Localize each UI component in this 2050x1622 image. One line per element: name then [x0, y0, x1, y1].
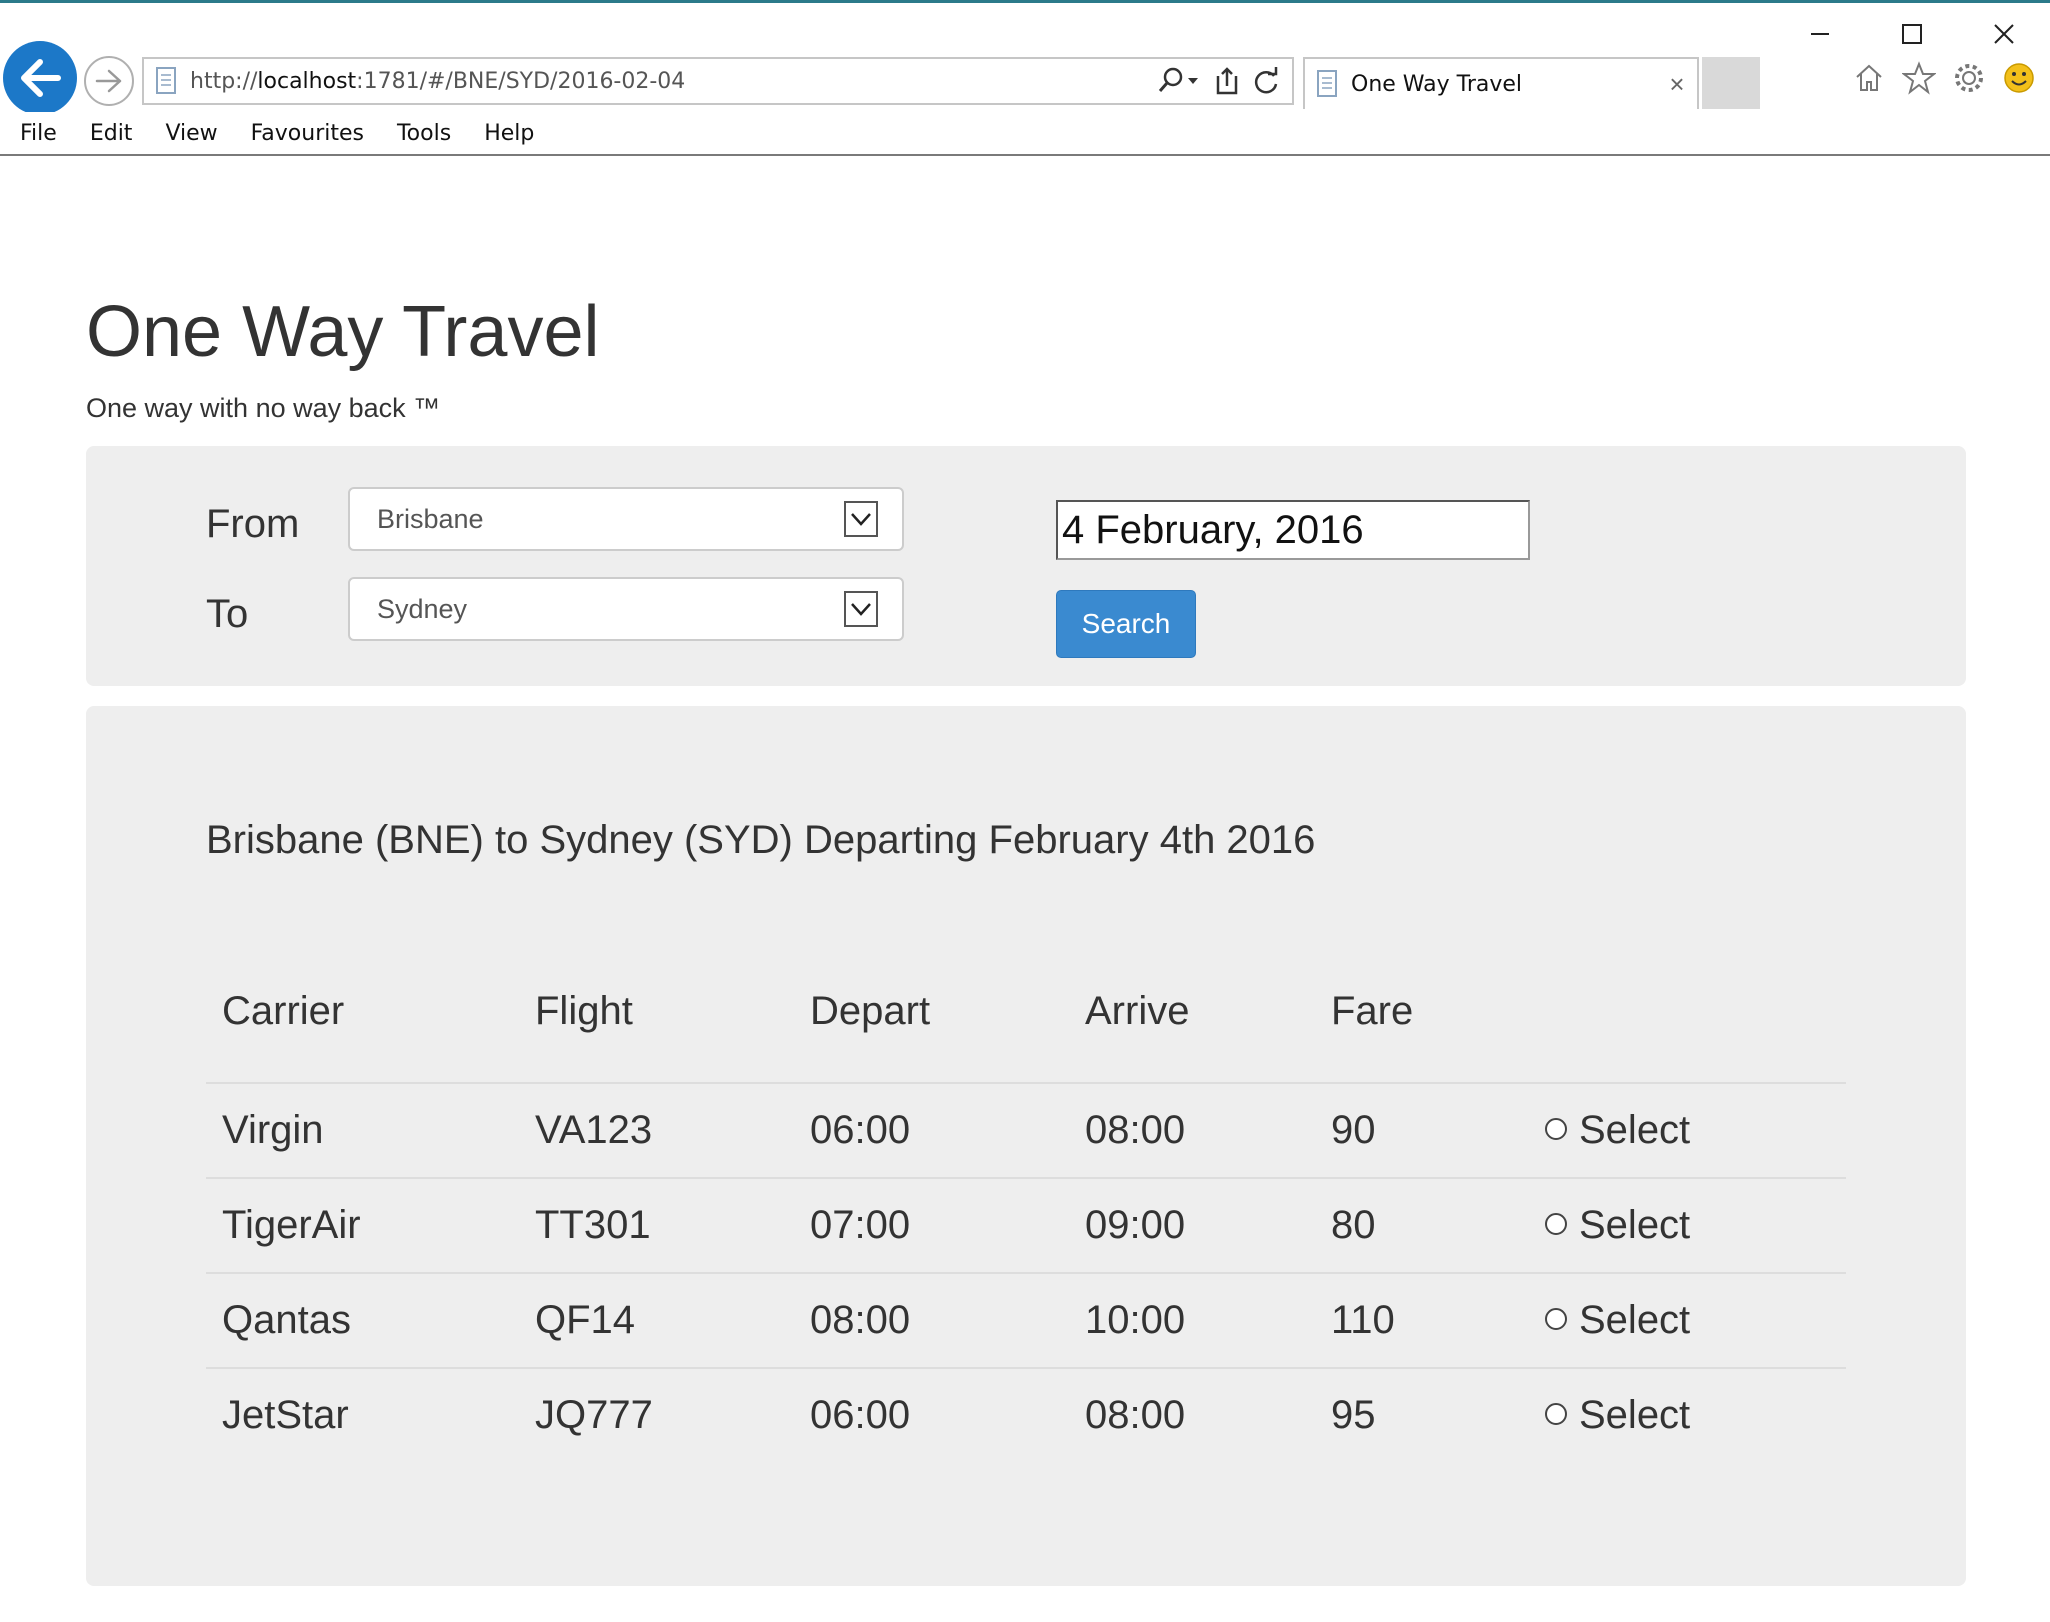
from-select[interactable]: Brisbane	[348, 487, 904, 551]
table-row: TigerAir TT301 07:00 09:00 80 Select	[206, 1177, 1846, 1273]
tab-close-icon[interactable]: ×	[1657, 69, 1697, 100]
address-tools	[1156, 66, 1280, 96]
select-radio[interactable]	[1545, 1403, 1567, 1426]
menu-favourites[interactable]: Favourites	[251, 121, 364, 146]
select-radio[interactable]	[1545, 1213, 1567, 1236]
table-row: Virgin VA123 06:00 08:00 90 Select	[206, 1082, 1846, 1178]
cell-carrier: JetStar	[206, 1367, 519, 1462]
cell-flight: JQ777	[519, 1367, 794, 1462]
cell-carrier: Virgin	[206, 1082, 519, 1178]
home-icon[interactable]	[1852, 58, 1886, 98]
menu-view[interactable]: View	[165, 121, 217, 146]
menu-file[interactable]: File	[20, 121, 57, 146]
maximize-button[interactable]	[1866, 6, 1958, 62]
column-header-arrive: Arrive	[1085, 989, 1190, 1033]
select-label[interactable]: Select	[1579, 1108, 1690, 1152]
date-input[interactable]: 4 February, 2016	[1056, 500, 1530, 560]
cell-depart: 07:00	[794, 1177, 1069, 1273]
favorites-star-icon[interactable]	[1902, 58, 1936, 98]
refresh-icon[interactable]	[1252, 66, 1280, 96]
address-bar[interactable]: http://localhost:1781/#/BNE/SYD/2016-02-…	[142, 57, 1294, 105]
browser-tab[interactable]: One Way Travel ×	[1303, 57, 1699, 109]
cell-arrive: 08:00	[1069, 1367, 1315, 1462]
new-tab-button[interactable]	[1702, 57, 1760, 109]
column-header-carrier: Carrier	[222, 989, 345, 1033]
select-radio[interactable]	[1545, 1118, 1567, 1141]
column-header-flight: Flight	[535, 989, 633, 1033]
table-header-row: Carrier Flight Depart Arrive Fare	[206, 986, 1846, 1083]
column-header-depart: Depart	[810, 989, 931, 1033]
column-header-select	[1525, 986, 1846, 1083]
menu-edit[interactable]: Edit	[90, 121, 133, 146]
cell-arrive: 10:00	[1069, 1272, 1315, 1368]
to-select[interactable]: Sydney	[348, 577, 904, 641]
cell-fare: 90	[1315, 1082, 1525, 1178]
from-label: From	[206, 502, 300, 546]
select-radio[interactable]	[1545, 1308, 1567, 1331]
select-label[interactable]: Select	[1579, 1203, 1690, 1247]
page-icon	[156, 67, 176, 94]
flights-table: Carrier Flight Depart Arrive Fare Virgin…	[206, 986, 1846, 1462]
cell-fare: 80	[1315, 1177, 1525, 1273]
close-icon	[1994, 24, 2014, 44]
cell-select: Select	[1525, 1177, 1846, 1273]
menu-tools[interactable]: Tools	[397, 121, 451, 146]
gear-icon[interactable]	[1952, 58, 1986, 98]
window-top-strip	[0, 0, 2050, 3]
to-label: To	[206, 592, 249, 636]
tab-title: One Way Travel	[1351, 71, 1523, 97]
cell-arrive: 09:00	[1069, 1177, 1315, 1273]
select-label[interactable]: Select	[1579, 1393, 1690, 1437]
cell-arrive: 08:00	[1069, 1082, 1315, 1178]
results-panel: Brisbane (BNE) to Sydney (SYD) Departing…	[86, 706, 1966, 1586]
column-header-fare: Fare	[1331, 989, 1414, 1033]
cell-fare: 110	[1315, 1272, 1525, 1368]
cell-carrier: TigerAir	[206, 1177, 519, 1273]
menu-bar: File Edit View Favourites Tools Help	[0, 112, 2050, 156]
table-row: Qantas QF14 08:00 10:00 110 Select	[206, 1272, 1846, 1368]
minimize-icon	[1811, 33, 1829, 35]
url-text[interactable]: http://localhost:1781/#/BNE/SYD/2016-02-…	[190, 69, 1156, 94]
maximize-icon	[1902, 24, 1922, 44]
forward-button[interactable]	[84, 56, 134, 106]
back-button[interactable]	[3, 41, 77, 115]
chevron-down-icon	[844, 591, 878, 627]
cell-flight: VA123	[519, 1082, 794, 1178]
select-label[interactable]: Select	[1579, 1298, 1690, 1342]
url-host: localhost	[257, 68, 357, 94]
cell-fare: 95	[1315, 1367, 1525, 1462]
menu-help[interactable]: Help	[484, 121, 534, 146]
cell-flight: QF14	[519, 1272, 794, 1368]
to-select-value: Sydney	[377, 593, 468, 624]
cell-flight: TT301	[519, 1177, 794, 1273]
window-controls	[1774, 6, 2050, 62]
cell-select: Select	[1525, 1272, 1846, 1368]
page-title: One Way Travel	[86, 292, 600, 372]
cell-carrier: Qantas	[206, 1272, 519, 1368]
cell-depart: 06:00	[794, 1367, 1069, 1462]
search-dropdown-icon[interactable]	[1156, 66, 1202, 96]
browser-toolbar-icons	[1852, 58, 2036, 98]
cell-depart: 08:00	[794, 1272, 1069, 1368]
route-heading: Brisbane (BNE) to Sydney (SYD) Departing…	[206, 818, 1316, 862]
from-select-value: Brisbane	[377, 503, 484, 534]
url-scheme: http://	[190, 68, 258, 94]
forward-arrow-icon	[95, 69, 122, 93]
url-path: :1781/#/BNE/SYD/2016-02-04	[356, 68, 686, 94]
compatibility-view-icon[interactable]	[1214, 66, 1240, 96]
back-arrow-icon	[21, 59, 61, 97]
search-button[interactable]: Search	[1056, 590, 1196, 658]
minimize-button[interactable]	[1774, 6, 1866, 62]
close-window-button[interactable]	[1958, 6, 2050, 62]
page-tagline: One way with no way back ™	[86, 393, 441, 423]
smiley-feedback-icon[interactable]	[2002, 58, 2036, 98]
cell-select: Select	[1525, 1082, 1846, 1178]
tab-page-icon	[1317, 70, 1337, 97]
table-row: JetStar JQ777 06:00 08:00 95 Select	[206, 1367, 1846, 1462]
cell-depart: 06:00	[794, 1082, 1069, 1178]
chevron-down-icon	[844, 501, 878, 537]
cell-select: Select	[1525, 1367, 1846, 1462]
search-panel: From Brisbane To Sydney 4 February, 2016…	[86, 446, 1966, 686]
